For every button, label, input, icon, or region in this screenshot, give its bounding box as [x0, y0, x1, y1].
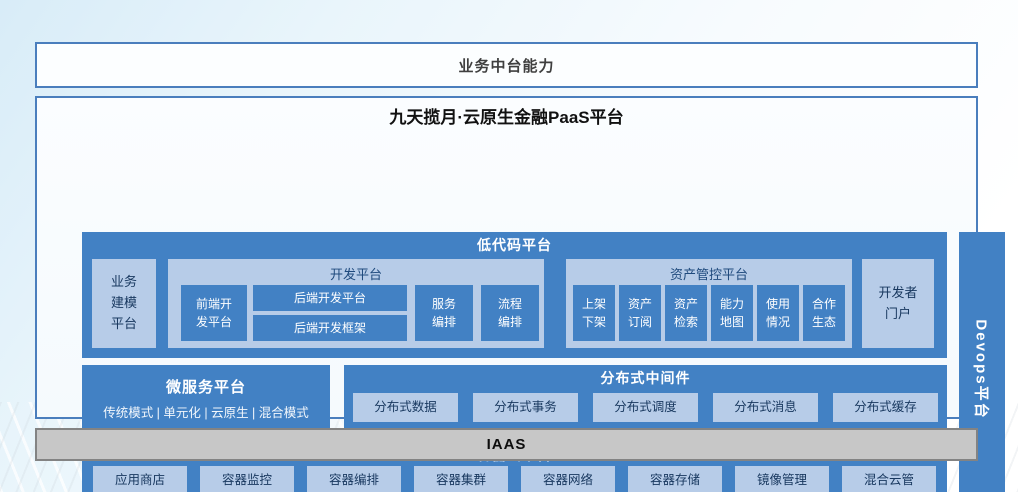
middleware-items-row: 分布式数据 分布式事务 分布式调度 分布式消息 分布式缓存 [353, 393, 938, 422]
container-item-hybrid-cloud: 混合云管 [842, 466, 936, 492]
container-item-image-mgmt: 镜像管理 [735, 466, 829, 492]
asset-item-subscription: 资产 订阅 [619, 285, 661, 341]
paas-platform-container: 九天揽月·云原生金融PaaS平台 低代码平台 业务 建模 平台 开发平台 前端开… [35, 96, 978, 419]
dev-platform-box: 开发平台 前端开 发平台 后端开发平台 后端开发框架 服务 编排 流程 编排 [168, 259, 544, 348]
process-orchestration-box: 流程 编排 [481, 285, 539, 341]
iaas-bar: IAAS [35, 428, 978, 461]
container-item-storage: 容器存储 [628, 466, 722, 492]
lowcode-platform-title: 低代码平台 [82, 235, 947, 255]
asset-item-capability-map: 能力 地图 [711, 285, 753, 341]
asset-control-platform-title: 资产管控平台 [566, 264, 852, 283]
lowcode-platform-section: 低代码平台 业务 建模 平台 开发平台 前端开 发平台 后端开发平台 后端开发框… [82, 232, 947, 358]
dev-platform-title: 开发平台 [168, 264, 544, 283]
iaas-label: IAAS [487, 436, 527, 453]
microservice-platform-title: 微服务平台 [166, 376, 246, 397]
asset-item-usage: 使用 情况 [757, 285, 799, 341]
container-item-orchestration: 容器编排 [307, 466, 401, 492]
container-item-monitoring: 容器监控 [200, 466, 294, 492]
frontend-dev-platform-box: 前端开 发平台 [181, 285, 247, 341]
business-modeling-platform-box: 业务 建模 平台 [92, 259, 156, 348]
container-item-network: 容器网络 [521, 466, 615, 492]
asset-item-ecosystem: 合作 生态 [803, 285, 845, 341]
backend-dev-platform-box: 后端开发平台 [253, 285, 407, 311]
devops-platform-label: Devops平台 [972, 319, 993, 419]
middleware-item-data: 分布式数据 [353, 393, 458, 422]
microservice-modes: 传统模式 | 单元化 | 云原生 | 混合模式 [103, 402, 309, 421]
middleware-item-transaction: 分布式事务 [473, 393, 578, 422]
microservice-platform-section: 微服务平台 传统模式 | 单元化 | 云原生 | 混合模式 [82, 365, 330, 431]
asset-control-platform-box: 资产管控平台 上架 下架 资产 订阅 资产 检索 能力 地图 使用 情况 合作 … [566, 259, 852, 348]
distributed-middleware-section: 分布式中间件 分布式数据 分布式事务 分布式调度 分布式消息 分布式缓存 [344, 365, 947, 431]
container-item-cluster: 容器集群 [414, 466, 508, 492]
backend-column: 后端开发平台 后端开发框架 [253, 285, 407, 341]
middleware-item-messaging: 分布式消息 [713, 393, 818, 422]
middleware-item-cache: 分布式缓存 [833, 393, 938, 422]
developer-portal-box: 开发者 门户 [862, 259, 934, 348]
business-midplatform-banner: 业务中台能力 [35, 42, 978, 88]
container-items-row: 应用商店 容器监控 容器编排 容器集群 容器网络 容器存储 镜像管理 混合云管 [93, 466, 936, 492]
banner-label: 业务中台能力 [458, 55, 554, 76]
asset-items-row: 上架 下架 资产 订阅 资产 检索 能力 地图 使用 情况 合作 生态 [573, 285, 845, 341]
middleware-item-scheduling: 分布式调度 [593, 393, 698, 422]
asset-item-search: 资产 检索 [665, 285, 707, 341]
service-orchestration-box: 服务 编排 [415, 285, 473, 341]
asset-item-listing: 上架 下架 [573, 285, 615, 341]
backend-dev-framework-box: 后端开发框架 [253, 315, 407, 341]
container-item-app-store: 应用商店 [93, 466, 187, 492]
main-title: 九天揽月·云原生金融PaaS平台 [37, 103, 976, 128]
distributed-middleware-title: 分布式中间件 [344, 368, 947, 388]
